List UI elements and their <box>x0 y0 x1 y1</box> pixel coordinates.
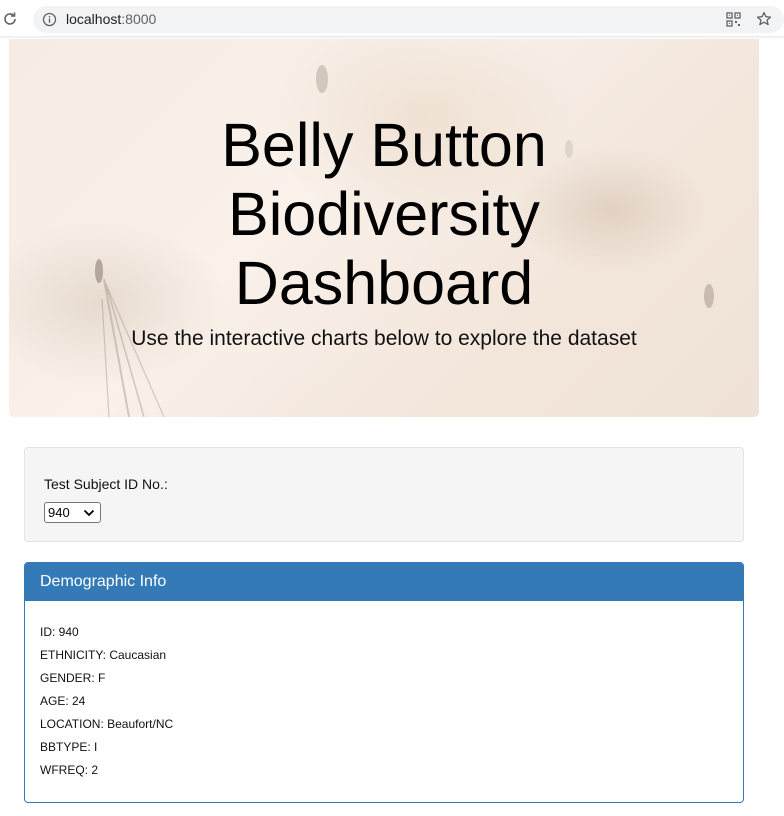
subject-id-select[interactable]: 940 <box>44 502 101 523</box>
qr-code-icon[interactable] <box>726 12 741 27</box>
sample-metadata: ID: 940 ETHNICITY: Caucasian GENDER: F A… <box>40 625 730 786</box>
reload-icon[interactable] <box>2 11 18 27</box>
address-bar[interactable]: localhost:8000 <box>33 6 784 33</box>
panel-heading: Demographic Info <box>25 563 743 601</box>
demographic-info-panel: Demographic Info ID: 940 ETHNICITY: Cauc… <box>24 562 744 803</box>
info-icon[interactable] <box>42 12 57 27</box>
title-line: Dashboard <box>234 249 534 317</box>
subject-id-selected-value: 940 <box>48 505 70 520</box>
subject-id-label: Test Subject ID No.: <box>44 476 168 492</box>
metadata-gender: GENDER: F <box>40 671 106 685</box>
title-line: Belly Button <box>221 111 547 179</box>
url-text[interactable]: localhost:8000 <box>66 11 156 28</box>
metadata-bbtype: BBTYPE: I <box>40 740 98 754</box>
star-icon[interactable] <box>756 11 772 27</box>
title-line: Biodiversity <box>228 180 540 248</box>
metadata-wfreq: WFREQ: 2 <box>40 763 99 777</box>
jumbotron-header: Belly Button Biodiversity Dashboard Use … <box>9 39 759 417</box>
subject-selector-well: Test Subject ID No.: 940 <box>24 447 744 542</box>
chevron-down-icon <box>83 509 95 517</box>
url-port: :8000 <box>121 11 157 27</box>
metadata-id: ID: 940 <box>40 625 79 639</box>
metadata-location: LOCATION: Beaufort/NC <box>40 717 174 731</box>
browser-toolbar: localhost:8000 <box>0 0 784 39</box>
metadata-age: AGE: 24 <box>40 694 86 708</box>
page-title: Belly Button Biodiversity Dashboard <box>9 111 759 318</box>
metadata-ethnicity: ETHNICITY: Caucasian <box>40 648 167 662</box>
url-host: localhost <box>66 11 122 27</box>
panel-title: Demographic Info <box>40 573 167 590</box>
page-subtitle: Use the interactive charts below to expl… <box>131 327 637 350</box>
